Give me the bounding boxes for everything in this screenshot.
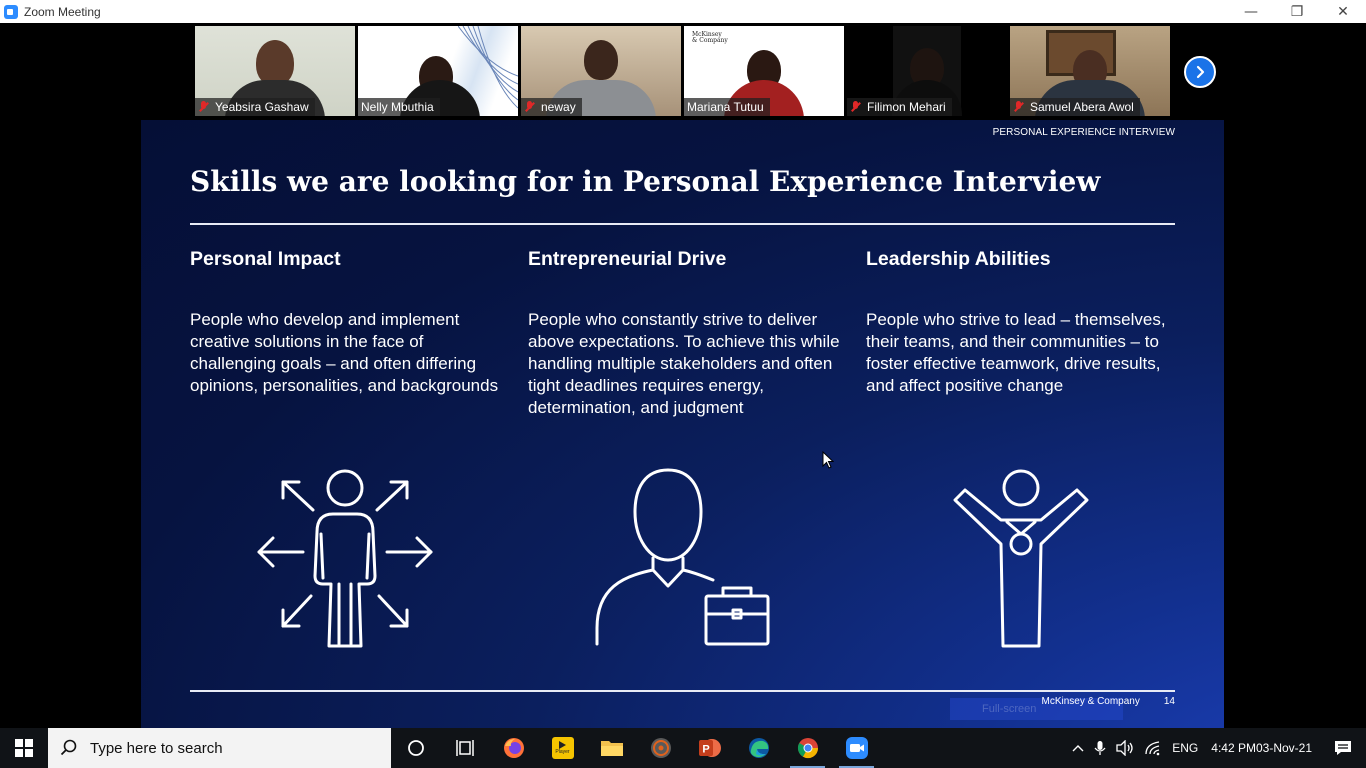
action-center-button[interactable] — [1320, 728, 1366, 768]
volume-button[interactable] — [1111, 728, 1139, 768]
cortana-icon — [407, 740, 424, 756]
shared-slide: PERSONAL EXPERIENCE INTERVIEW Skills we … — [141, 120, 1224, 728]
participant-name: Mariana Tutuu — [687, 100, 764, 114]
player-icon: Player — [551, 737, 574, 759]
clock[interactable]: 4:42 PM 03-Nov-21 — [1203, 728, 1320, 768]
slide-title: Skills we are looking for in Personal Ex… — [190, 165, 1101, 198]
media-app-button[interactable] — [636, 728, 685, 768]
microphone-tray-button[interactable] — [1089, 728, 1111, 768]
file-explorer-icon — [600, 741, 623, 756]
task-view-icon — [455, 740, 474, 756]
muted-mic-icon — [198, 101, 210, 113]
participant-name: Filimon Mehari — [867, 100, 946, 114]
search-placeholder: Type here to search — [90, 739, 223, 757]
file-explorer-button[interactable] — [587, 728, 636, 768]
person-arrows-icon — [257, 469, 433, 648]
footer-company: McKinsey & Company — [1041, 696, 1140, 707]
skill-heading: Personal Impact — [190, 248, 341, 270]
slide-section-tag: PERSONAL EXPERIENCE INTERVIEW — [992, 127, 1175, 138]
microphone-icon — [1094, 741, 1106, 755]
muted-mic-icon — [524, 101, 536, 113]
skill-column-personal-impact: Personal Impact People who develop and i… — [190, 248, 506, 397]
page-number: 14 — [1163, 696, 1175, 707]
participant-tile[interactable]: Yeabsira Gashaw — [195, 26, 355, 116]
muted-mic-icon — [1013, 101, 1025, 113]
minimize-button[interactable]: — — [1228, 0, 1274, 23]
task-view-button[interactable] — [440, 728, 489, 768]
system-tray: ENG 4:42 PM 03-Nov-21 — [1067, 728, 1366, 768]
skill-heading: Leadership Abilities — [866, 248, 1051, 270]
participant-name: neway — [541, 100, 576, 114]
chevron-right-icon — [1196, 65, 1205, 79]
next-page-button[interactable] — [1184, 56, 1216, 88]
skill-description: People who strive to lead – themselves, … — [866, 310, 1166, 395]
firefox-icon — [503, 738, 524, 758]
clock-time: 4:42 PM — [1211, 740, 1256, 755]
edge-icon — [748, 738, 769, 758]
skill-column-entrepreneurial-drive: Entrepreneurial Drive People who constan… — [528, 248, 844, 419]
zoom-icon — [845, 737, 868, 759]
participant-tile-active-speaker[interactable]: McKinsey & Company Mariana Tutuu — [684, 26, 844, 116]
skill-description: People who constantly strive to deliver … — [528, 310, 840, 417]
speaker-icon — [1116, 740, 1133, 756]
mckinsey-logo: McKinsey & Company — [692, 32, 728, 44]
firefox-button[interactable] — [489, 728, 538, 768]
start-button[interactable] — [0, 728, 48, 768]
window-title: Zoom Meeting — [24, 4, 101, 19]
network-button[interactable] — [1139, 728, 1167, 768]
notification-icon — [1335, 741, 1351, 755]
participant-name-tag: Nelly Mbuthia — [358, 98, 440, 116]
participant-tile[interactable]: Nelly Mbuthia — [358, 26, 518, 116]
player-button[interactable]: Player — [538, 728, 587, 768]
participant-name: Samuel Abera Awol — [1030, 100, 1134, 114]
participant-gallery: Yeabsira Gashaw Nelly Mbuthia neway McKi… — [0, 23, 1366, 120]
svg-text:P: P — [702, 744, 709, 756]
participant-tile[interactable]: Samuel Abera Awol — [1010, 26, 1170, 116]
participant-name-tag: Yeabsira Gashaw — [195, 98, 315, 116]
chrome-button[interactable] — [783, 728, 832, 768]
search-icon — [60, 739, 77, 756]
slide-footer: McKinsey & Company 14 — [1042, 696, 1176, 707]
skill-heading: Entrepreneurial Drive — [528, 248, 727, 270]
skill-description: People who develop and implement creativ… — [190, 310, 499, 395]
participant-name-tag: Samuel Abera Awol — [1010, 98, 1140, 116]
show-hidden-icons-button[interactable] — [1067, 728, 1089, 768]
media-icon — [650, 738, 671, 758]
window-controls: — ❐ ✕ — [1228, 0, 1366, 23]
wifi-icon — [1145, 741, 1160, 756]
cortana-button[interactable] — [391, 728, 440, 768]
participant-tile[interactable]: neway — [521, 26, 681, 116]
participant-name: Yeabsira Gashaw — [215, 100, 309, 114]
powerpoint-icon: P — [698, 739, 721, 757]
title-divider — [190, 223, 1175, 225]
windows-taskbar: Type here to search Player P ENG 4:42 PM… — [0, 728, 1366, 768]
mouse-cursor-icon — [822, 451, 834, 469]
participant-name-tag: Filimon Mehari — [847, 98, 952, 116]
skill-column-leadership-abilities: Leadership Abilities People who strive t… — [866, 248, 1182, 397]
chrome-icon — [797, 738, 818, 759]
close-button[interactable]: ✕ — [1320, 0, 1366, 23]
participant-name-tag: neway — [521, 98, 582, 116]
muted-mic-icon — [850, 101, 862, 113]
taskbar-search-input[interactable]: Type here to search — [48, 728, 391, 768]
title-bar: Zoom Meeting — ❐ ✕ — [0, 0, 1366, 23]
clock-date: 03-Nov-21 — [1255, 740, 1312, 755]
zoom-taskbar-button[interactable] — [832, 728, 881, 768]
player-label: Player — [555, 749, 570, 755]
footer-divider — [190, 690, 1175, 692]
windows-logo-icon — [15, 739, 33, 757]
logo-line-2: & Company — [692, 37, 728, 44]
chevron-up-icon — [1072, 745, 1084, 752]
participant-tile[interactable]: Filimon Mehari — [847, 26, 1007, 116]
powerpoint-button[interactable]: P — [685, 728, 734, 768]
participant-name-tag: Mariana Tutuu — [684, 98, 770, 116]
participant-name: Nelly Mbuthia — [361, 100, 434, 114]
input-language-button[interactable]: ENG — [1167, 728, 1203, 768]
zoom-app-icon — [4, 4, 18, 19]
edge-button[interactable] — [734, 728, 783, 768]
person-medal-icon — [953, 469, 1089, 648]
restore-button[interactable]: ❐ — [1274, 0, 1320, 23]
person-briefcase-icon — [595, 468, 770, 646]
